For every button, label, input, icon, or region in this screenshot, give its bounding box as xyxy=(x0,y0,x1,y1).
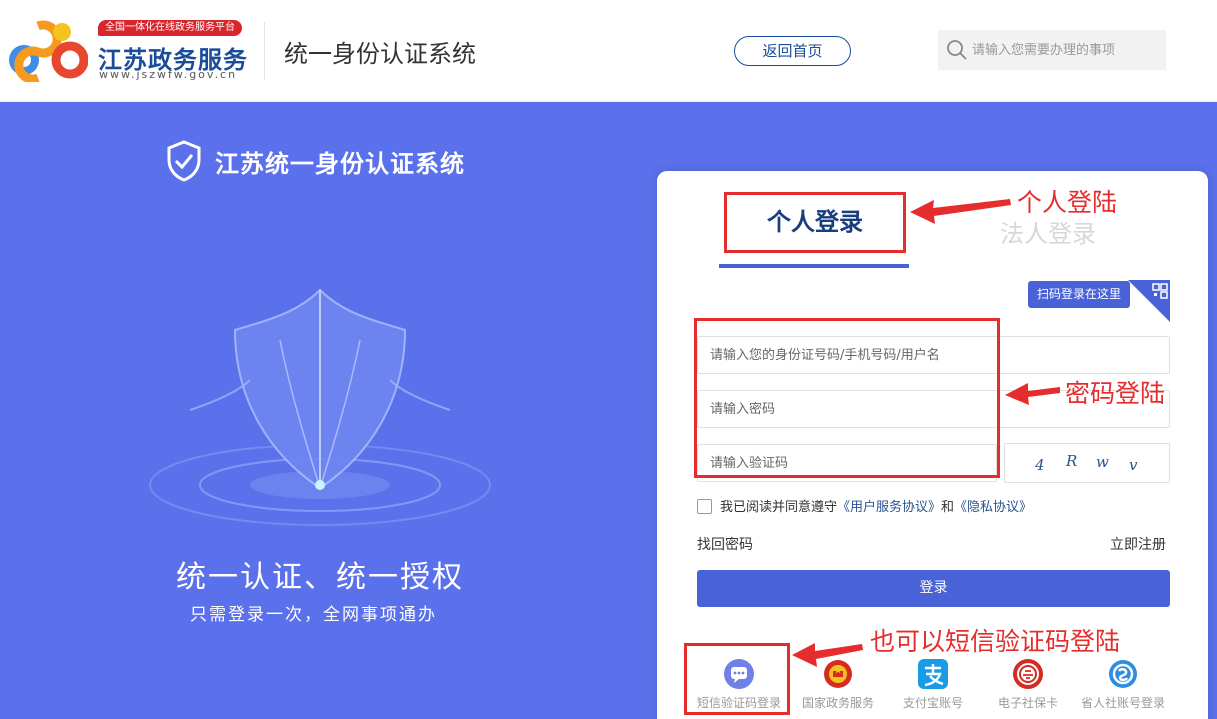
social-security-card-icon xyxy=(1013,659,1043,689)
alt-login-label: 短信验证码登录 xyxy=(696,696,781,710)
username-field[interactable] xyxy=(697,336,1170,374)
alt-login-alipay[interactable]: 支付宝账号 xyxy=(878,658,988,711)
shield-check-icon xyxy=(167,140,201,182)
banner-slogan-main: 统一认证、统一授权 xyxy=(176,560,464,595)
captcha-char: 4 xyxy=(1035,456,1045,474)
tab-personal-login[interactable]: 个人登录 xyxy=(726,194,904,250)
alipay-icon xyxy=(918,659,948,689)
system-title: 统一身份认证系统 xyxy=(284,40,476,68)
search-input[interactable] xyxy=(972,30,1162,70)
national-emblem-icon xyxy=(824,660,852,688)
alt-login-social-card[interactable]: 电子社保卡 xyxy=(973,658,1083,711)
sms-icon xyxy=(724,659,754,689)
captcha-char: R xyxy=(1066,452,1078,470)
header-divider xyxy=(264,22,265,80)
home-button[interactable]: 返回首页 xyxy=(734,36,851,66)
username-input[interactable] xyxy=(698,337,1169,373)
active-tab-indicator xyxy=(719,264,909,268)
privacy-agreement-link[interactable]: 《隐私协议》 xyxy=(954,500,1032,515)
shield-illustration xyxy=(149,288,491,526)
alt-login-national[interactable]: 国家政务服务平台账号登录 xyxy=(783,658,893,711)
agreement-row: 我已阅读并同意遵守《用户服务协议》和《隐私协议》 xyxy=(697,496,1032,515)
site-header: 全国一体化在线政务服务平台 江苏政务服务 www.jszwfw.gov.cn 统… xyxy=(0,0,1217,102)
search-icon[interactable] xyxy=(946,39,968,61)
captcha-field[interactable] xyxy=(697,444,997,482)
agreement-text: 我已阅读并同意遵守 xyxy=(720,500,838,515)
annotation-password-login: 密码登陆 xyxy=(1065,379,1166,408)
tab-legal-login[interactable]: 法人登录 xyxy=(1000,214,1096,249)
qr-login-tip[interactable]: 扫码登录在这里 xyxy=(1028,281,1131,308)
hrss-account-icon xyxy=(1109,660,1137,688)
register-link[interactable]: 立即注册 xyxy=(1110,534,1166,554)
alt-login-sms[interactable]: 短信验证码登录 xyxy=(684,658,794,711)
alt-login-label: 支付宝账号 xyxy=(902,696,963,710)
forgot-password-link[interactable]: 找回密码 xyxy=(697,534,753,554)
agreement-checkbox[interactable] xyxy=(697,499,712,514)
platform-slogan: 全国一体化在线政务服务平台 xyxy=(98,20,242,36)
captcha-image[interactable]: 4 R w v xyxy=(1004,443,1170,483)
captcha-input[interactable] xyxy=(698,445,996,481)
qr-code-icon[interactable] xyxy=(1128,280,1170,322)
site-url: www.jszwfw.gov.cn xyxy=(99,68,238,81)
alt-login-label: 省人社账号登录 xyxy=(1080,696,1165,710)
agreement-and: 和 xyxy=(941,500,955,515)
annotation-sms-login: 也可以短信验证码登陆 xyxy=(870,627,1121,656)
search-box[interactable] xyxy=(938,30,1166,70)
login-button[interactable]: 登录 xyxy=(697,570,1170,607)
captcha-char: v xyxy=(1129,456,1138,474)
banner-title: 江苏统一身份认证系统 xyxy=(215,150,465,178)
service-agreement-link[interactable]: 《用户服务协议》 xyxy=(837,500,941,515)
captcha-char: w xyxy=(1096,453,1109,471)
site-logo-icon xyxy=(9,20,88,82)
annotation-personal-login: 个人登陆 xyxy=(1017,188,1118,217)
alt-login-label: 电子社保卡 xyxy=(997,696,1058,710)
banner-slogan-sub: 只需登录一次，全网事项通办 xyxy=(190,605,437,625)
alt-login-hrss[interactable]: 省人社账号登录 xyxy=(1068,658,1178,711)
alt-login-label: 国家政务服务平台账号登录 xyxy=(801,696,874,710)
